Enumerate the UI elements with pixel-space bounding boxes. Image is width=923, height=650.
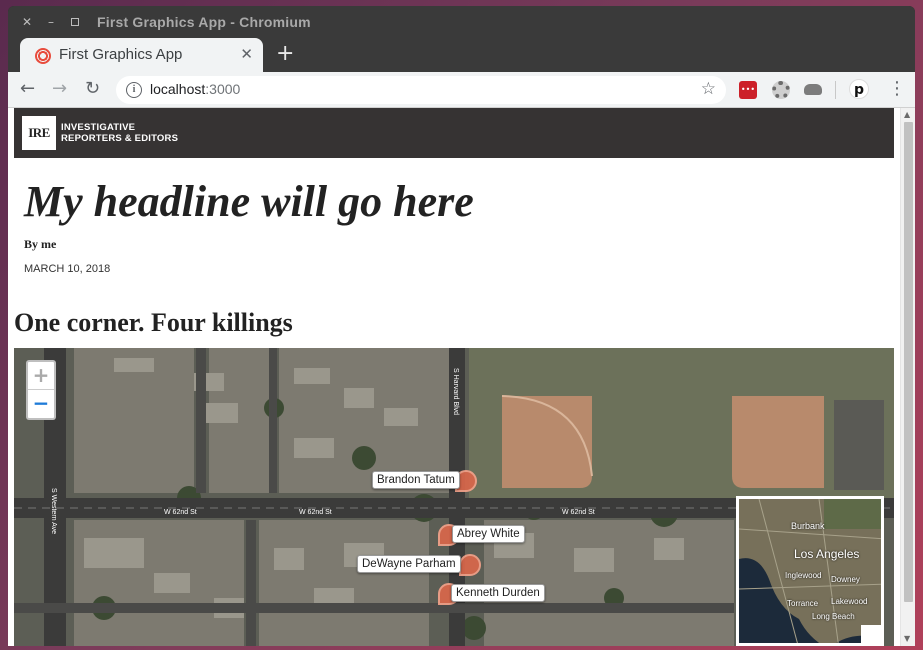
marker-label[interactable]: Abrey White — [452, 525, 525, 543]
url-host: localhost — [150, 81, 206, 97]
org-name-line1: INVESTIGATIVE — [61, 122, 136, 133]
overview-minimap[interactable]: Burbank Los Angeles Inglewood Downey Tor… — [736, 496, 884, 646]
page-headline: My headline will go here — [24, 177, 474, 226]
lastpass-extension-icon[interactable]: ••• — [739, 81, 757, 99]
url-text[interactable]: localhost:3000 — [150, 81, 240, 97]
vertical-scrollbar[interactable]: ▲ ▼ — [900, 108, 915, 646]
site-info-icon[interactable]: i — [126, 82, 142, 98]
ire-logo[interactable]: IRE — [22, 116, 56, 150]
reload-button[interactable]: ↻ — [85, 78, 100, 100]
minimap-label: Long Beach — [812, 612, 855, 621]
window-title: First Graphics App - Chromium — [97, 14, 311, 30]
forward-button[interactable]: → — [52, 78, 67, 100]
new-tab-button[interactable]: + — [276, 41, 294, 66]
org-name-line2: REPORTERS & EDITORS — [61, 133, 179, 144]
gear-extension-icon[interactable] — [772, 81, 790, 99]
scrollbar-thumb[interactable] — [904, 122, 913, 602]
tab-title: First Graphics App — [59, 46, 183, 63]
browser-toolbar: ← → ↻ i localhost:3000 ☆ ••• p ⋮ — [8, 72, 915, 108]
map-marker[interactable] — [459, 554, 481, 576]
street-label: W 62nd St — [562, 509, 595, 516]
page-viewport: IRE INVESTIGATIVE REPORTERS & EDITORS My… — [8, 108, 915, 646]
web-page: IRE INVESTIGATIVE REPORTERS & EDITORS My… — [14, 108, 894, 646]
profile-extension-icon[interactable]: p — [849, 79, 869, 99]
browser-window: ✕ – First Graphics App - Chromium First … — [8, 6, 915, 646]
section-subhead: One corner. Four killings — [14, 308, 293, 337]
minimap-label: Burbank — [791, 521, 825, 531]
minimap-label: Torrance — [787, 599, 819, 608]
browser-menu-icon[interactable]: ⋮ — [888, 78, 906, 100]
street-label: W 62nd St — [299, 509, 332, 516]
zoom-in-button[interactable]: + — [28, 362, 54, 390]
back-button[interactable]: ← — [20, 78, 35, 100]
cloud-extension-icon[interactable] — [804, 84, 822, 95]
window-maximize-icon[interactable] — [68, 15, 82, 29]
tab-close-icon[interactable]: ✕ — [240, 45, 253, 63]
minimap-toggle-button[interactable] — [861, 625, 881, 643]
street-label: S Western Ave — [50, 488, 57, 534]
address-bar[interactable]: i localhost:3000 ☆ — [116, 76, 726, 104]
window-close-icon[interactable]: ✕ — [20, 15, 34, 29]
title-bar: ✕ – First Graphics App - Chromium — [8, 6, 915, 40]
minimap-label: Downey — [831, 575, 860, 584]
site-header: IRE INVESTIGATIVE REPORTERS & EDITORS — [14, 108, 894, 158]
minimap-label: Lakewood — [831, 597, 868, 606]
minimap-label: Los Angeles — [794, 547, 860, 561]
scroll-up-arrow-icon[interactable]: ▲ — [904, 110, 910, 119]
org-name: INVESTIGATIVE REPORTERS & EDITORS — [61, 122, 178, 144]
street-label: W 62nd St — [164, 509, 197, 516]
marker-label[interactable]: Kenneth Durden — [451, 584, 545, 602]
bookmark-star-icon[interactable]: ☆ — [701, 79, 716, 99]
scroll-down-arrow-icon[interactable]: ▼ — [904, 634, 910, 643]
zoom-out-button[interactable]: − — [28, 390, 54, 418]
tab-first-graphics-app[interactable]: First Graphics App ✕ — [20, 38, 263, 72]
window-minimize-icon[interactable]: – — [44, 15, 58, 29]
byline: By me — [24, 237, 57, 251]
street-label: S Harvard Blvd — [452, 368, 459, 415]
zoom-control: + − — [26, 360, 56, 420]
url-port: :3000 — [205, 81, 241, 97]
minimap-label: Inglewood — [785, 571, 822, 580]
marker-label[interactable]: DeWayne Parham — [357, 555, 461, 573]
tab-strip: First Graphics App ✕ + — [8, 36, 915, 72]
marker-label[interactable]: Brandon Tatum — [372, 471, 460, 489]
toolbar-divider — [835, 81, 836, 99]
favicon-icon — [35, 48, 51, 64]
publish-date: MARCH 10, 2018 — [24, 263, 111, 275]
satellite-map[interactable]: W 62nd St W 62nd St W 62nd St S Western … — [14, 348, 894, 646]
